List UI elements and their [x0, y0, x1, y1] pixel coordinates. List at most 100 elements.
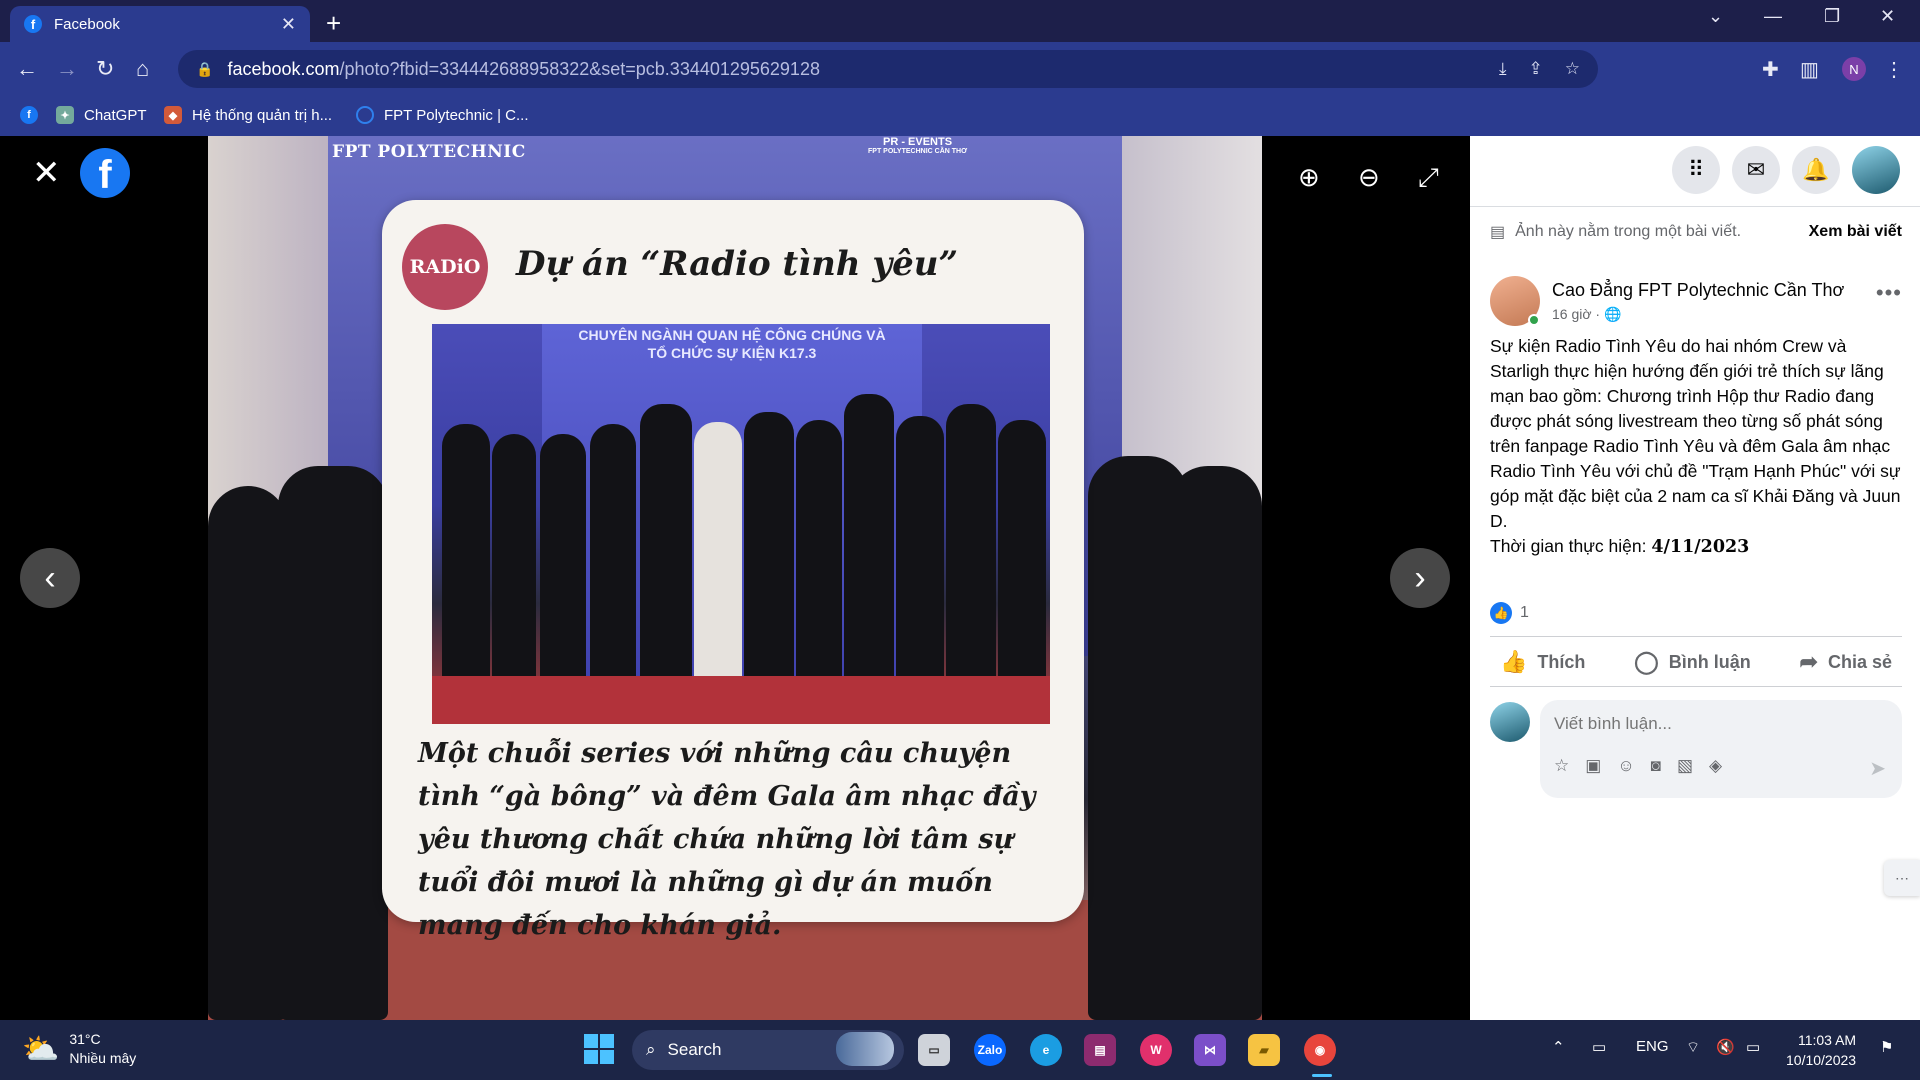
browser-toolbar: ← → ↻ ⌂ 🔒 facebook.com/photo?fbid=334442…	[0, 42, 1920, 96]
photo-brand-pr-sub: FPT POLYTECHNIC CẦN THƠ	[868, 148, 968, 155]
post-options-icon[interactable]: •••	[1876, 280, 1902, 306]
volume-muted-icon[interactable]: 🔇	[1716, 1038, 1735, 1056]
notification-icon[interactable]: ⚑	[1880, 1038, 1893, 1056]
close-viewer-icon[interactable]: ✕	[32, 156, 61, 190]
photo-figure	[540, 434, 586, 684]
reaction-summary[interactable]: 👍 1	[1490, 602, 1529, 624]
share-icon[interactable]: ⇪	[1529, 59, 1543, 79]
wifi-icon[interactable]: ⌔	[1686, 1038, 1700, 1057]
radio-logo: RADiO	[402, 224, 488, 310]
messenger-icon[interactable]: ✉	[1732, 146, 1780, 194]
photo-person	[208, 486, 288, 1020]
extensions-icon[interactable]: ✚	[1762, 57, 1779, 82]
comment-button[interactable]: ◯ Bình luận	[1624, 642, 1761, 682]
zoom-out-icon[interactable]: ⊖	[1358, 162, 1380, 193]
back-icon[interactable]: ←	[16, 56, 38, 82]
facebook-top-icons: ⠿ ✉ 🔔	[1672, 146, 1900, 194]
facebook-logo-icon[interactable]: f	[80, 148, 130, 198]
commenter-avatar[interactable]	[1490, 702, 1530, 742]
post-timestamp[interactable]: 16 giờ · 🌐	[1552, 306, 1621, 323]
touch-keyboard-icon[interactable]: ▭	[1592, 1038, 1606, 1056]
post-body-text: Sự kiện Radio Tình Yêu do hai nhóm Crew …	[1490, 336, 1901, 531]
new-tab-icon[interactable]: +	[326, 8, 341, 39]
system-icon: ◆	[164, 106, 182, 124]
like-reaction-icon: 👍	[1490, 602, 1512, 624]
previous-photo-button[interactable]: ‹	[20, 548, 80, 608]
avatar-sticker-icon[interactable]: ☆	[1554, 756, 1569, 776]
photo-figure	[590, 424, 636, 686]
label-sticker-icon[interactable]: ◈	[1709, 756, 1722, 776]
battery-icon[interactable]: ▭	[1746, 1038, 1760, 1056]
bookmark-management-system[interactable]: ◆ Hệ thống quản trị h...	[164, 106, 332, 124]
side-panel-icon[interactable]: ▥	[1800, 57, 1819, 82]
comment-label: Bình luận	[1668, 651, 1751, 672]
inner-banner-text: CHUYÊN NGÀNH QUAN HỆ CÔNG CHÚNG VÀ TỔ CH…	[578, 327, 886, 361]
winrar-icon[interactable]: ▤	[1084, 1034, 1116, 1066]
search-icon: ⌕	[646, 1040, 656, 1059]
card-group-photo: CHUYÊN NGÀNH QUAN HỆ CÔNG CHÚNG VÀ TỔ CH…	[432, 324, 1050, 724]
bookmark-fpt-polytechnic[interactable]: FPT Polytechnic | C...	[356, 106, 529, 124]
share-button[interactable]: ➦ Chia sẻ	[1790, 642, 1902, 682]
notifications-bell-icon[interactable]: 🔔	[1792, 146, 1840, 194]
gif-icon[interactable]: ▧	[1677, 756, 1693, 776]
input-language[interactable]: ENG	[1636, 1038, 1669, 1055]
lock-icon[interactable]: 🔒	[196, 61, 213, 78]
panel-divider	[1470, 206, 1920, 207]
menu-grid-icon[interactable]: ⠿	[1672, 146, 1720, 194]
comment-tools: ☆ ▣ ☺ ◙ ▧ ◈	[1554, 756, 1722, 776]
bookmark-chatgpt[interactable]: ✦ ChatGPT	[56, 106, 147, 124]
chrome-icon[interactable]: ◉	[1304, 1034, 1336, 1066]
home-icon[interactable]: ⌂	[136, 56, 149, 82]
menu-kebab-icon[interactable]: ⋮	[1884, 57, 1904, 82]
tab-search-chevron-icon[interactable]: ⌄	[1708, 6, 1723, 27]
url-path: /photo?fbid=334442688958322&set=pcb.3344…	[339, 58, 820, 79]
next-photo-button[interactable]: ›	[1390, 548, 1450, 608]
emoji-icon[interactable]: ☺	[1617, 756, 1634, 776]
restore-icon[interactable]: ❐	[1824, 6, 1840, 27]
photo-figure	[896, 416, 944, 686]
search-highlight-image	[836, 1032, 894, 1066]
clock-time: 11:03 AM	[1797, 1032, 1857, 1048]
like-button[interactable]: 👍 Thích	[1490, 642, 1595, 682]
tab-facebook[interactable]: f Facebook ✕	[10, 6, 310, 42]
account-avatar[interactable]	[1852, 146, 1900, 194]
fullscreen-icon[interactable]: ⤢	[1418, 162, 1439, 194]
start-button[interactable]	[584, 1034, 614, 1064]
bookmark-facebook[interactable]: f	[20, 106, 38, 124]
photo-figure	[442, 424, 490, 684]
install-app-icon[interactable]: ⤓	[1499, 59, 1507, 79]
bookmark-star-icon[interactable]: ☆	[1565, 59, 1580, 79]
active-app-indicator	[1312, 1074, 1332, 1077]
comment-input[interactable]	[1554, 710, 1884, 738]
post-time-text: 16 giờ ·	[1552, 306, 1604, 322]
profile-avatar[interactable]: N	[1842, 57, 1866, 81]
chatgpt-icon: ✦	[56, 106, 74, 124]
file-explorer-icon[interactable]: ▰	[1248, 1034, 1280, 1066]
bookmark-label: Hệ thống quản trị h...	[192, 106, 333, 124]
address-bar[interactable]: 🔒 facebook.com/photo?fbid=33444268895832…	[178, 50, 1598, 88]
side-widget-icon[interactable]: ⋯	[1884, 860, 1920, 896]
tray-overflow-icon[interactable]: ⌃	[1552, 1038, 1565, 1056]
send-icon[interactable]: ➤	[1869, 756, 1886, 781]
close-tab-icon[interactable]: ✕	[281, 14, 296, 35]
weather-widget[interactable]: ⛅ 31°C Nhiều mây	[22, 1030, 136, 1068]
close-window-icon[interactable]: ✕	[1880, 6, 1895, 27]
reload-icon[interactable]: ↻	[96, 56, 114, 82]
zalo-icon[interactable]: Zalo	[974, 1034, 1006, 1066]
taskbar-clock[interactable]: 11:03 AM 10/10/2023	[1786, 1030, 1856, 1070]
see-post-link[interactable]: Xem bài viết	[1809, 223, 1902, 241]
camera-icon[interactable]: ◙	[1651, 756, 1661, 776]
photo-figure	[796, 420, 842, 686]
author-name[interactable]: Cao Đẳng FPT Polytechnic Cần Thơ	[1552, 280, 1844, 301]
photo-card: RADiO Dự án “Radio tình yêu” CHUYÊN NGÀN…	[382, 200, 1084, 941]
edge-icon[interactable]: e	[1030, 1034, 1062, 1066]
task-view-icon[interactable]: ▭	[918, 1034, 950, 1066]
minimize-icon[interactable]: —	[1764, 6, 1782, 27]
zoom-in-icon[interactable]: ⊕	[1298, 162, 1320, 193]
wps-icon[interactable]: W	[1140, 1034, 1172, 1066]
bookmark-label: ChatGPT	[84, 106, 147, 124]
visual-studio-icon[interactable]: ⋈	[1194, 1034, 1226, 1066]
inner-red-carpet	[432, 676, 1050, 724]
forward-icon[interactable]: →	[56, 56, 78, 82]
sticker-icon[interactable]: ▣	[1585, 756, 1601, 776]
